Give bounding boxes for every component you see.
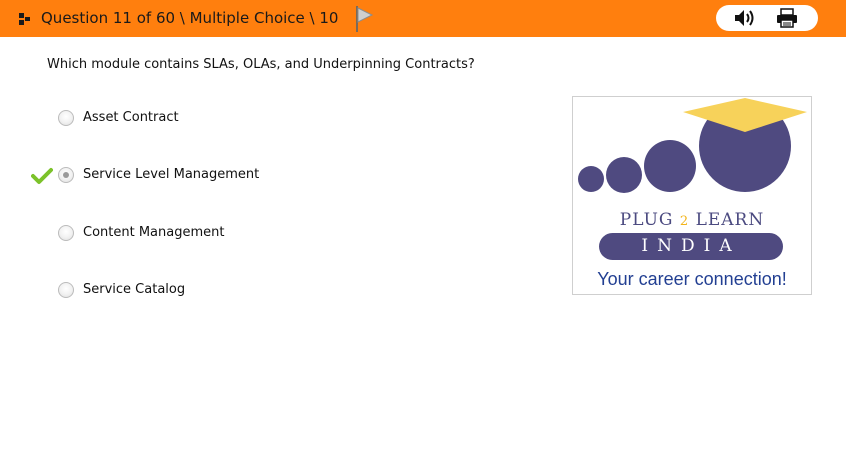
radio-button[interactable] bbox=[58, 225, 74, 241]
green-checkmark-icon bbox=[31, 168, 53, 184]
tools-panel bbox=[716, 5, 818, 31]
question-marker-icon bbox=[19, 13, 30, 25]
plug2learn-logo: PLUG 2 LEARN INDIA Your career connectio… bbox=[572, 96, 812, 295]
option-label: Asset Contract bbox=[83, 110, 179, 125]
printer-icon[interactable] bbox=[775, 8, 799, 28]
option-label: Content Management bbox=[83, 225, 225, 240]
flag-icon[interactable] bbox=[354, 5, 374, 32]
question-title: Question 11 of 60 \ Multiple Choice \ 10 bbox=[41, 9, 339, 27]
radio-selected-dot bbox=[63, 172, 69, 178]
option-service-level-management[interactable]: Service Level Management bbox=[58, 166, 388, 186]
radio-button[interactable] bbox=[58, 110, 74, 126]
question-text: Which module contains SLAs, OLAs, and Un… bbox=[47, 57, 475, 72]
radio-button[interactable] bbox=[58, 167, 74, 183]
option-label: Service Catalog bbox=[83, 282, 186, 297]
question-header-bar: Question 11 of 60 \ Multiple Choice \ 10 bbox=[0, 0, 846, 37]
option-label: Service Level Management bbox=[83, 167, 260, 182]
speaker-icon[interactable] bbox=[733, 8, 757, 28]
logo-country-pill: INDIA bbox=[599, 233, 783, 260]
option-asset-contract[interactable]: Asset Contract bbox=[58, 109, 388, 129]
logo-graphic bbox=[578, 98, 807, 193]
option-service-catalog[interactable]: Service Catalog bbox=[58, 281, 388, 301]
radio-button[interactable] bbox=[58, 282, 74, 298]
option-content-management[interactable]: Content Management bbox=[58, 224, 388, 244]
logo-tagline: Your career connection! bbox=[597, 269, 787, 289]
logo-brand-text: PLUG 2 LEARN bbox=[619, 210, 765, 230]
